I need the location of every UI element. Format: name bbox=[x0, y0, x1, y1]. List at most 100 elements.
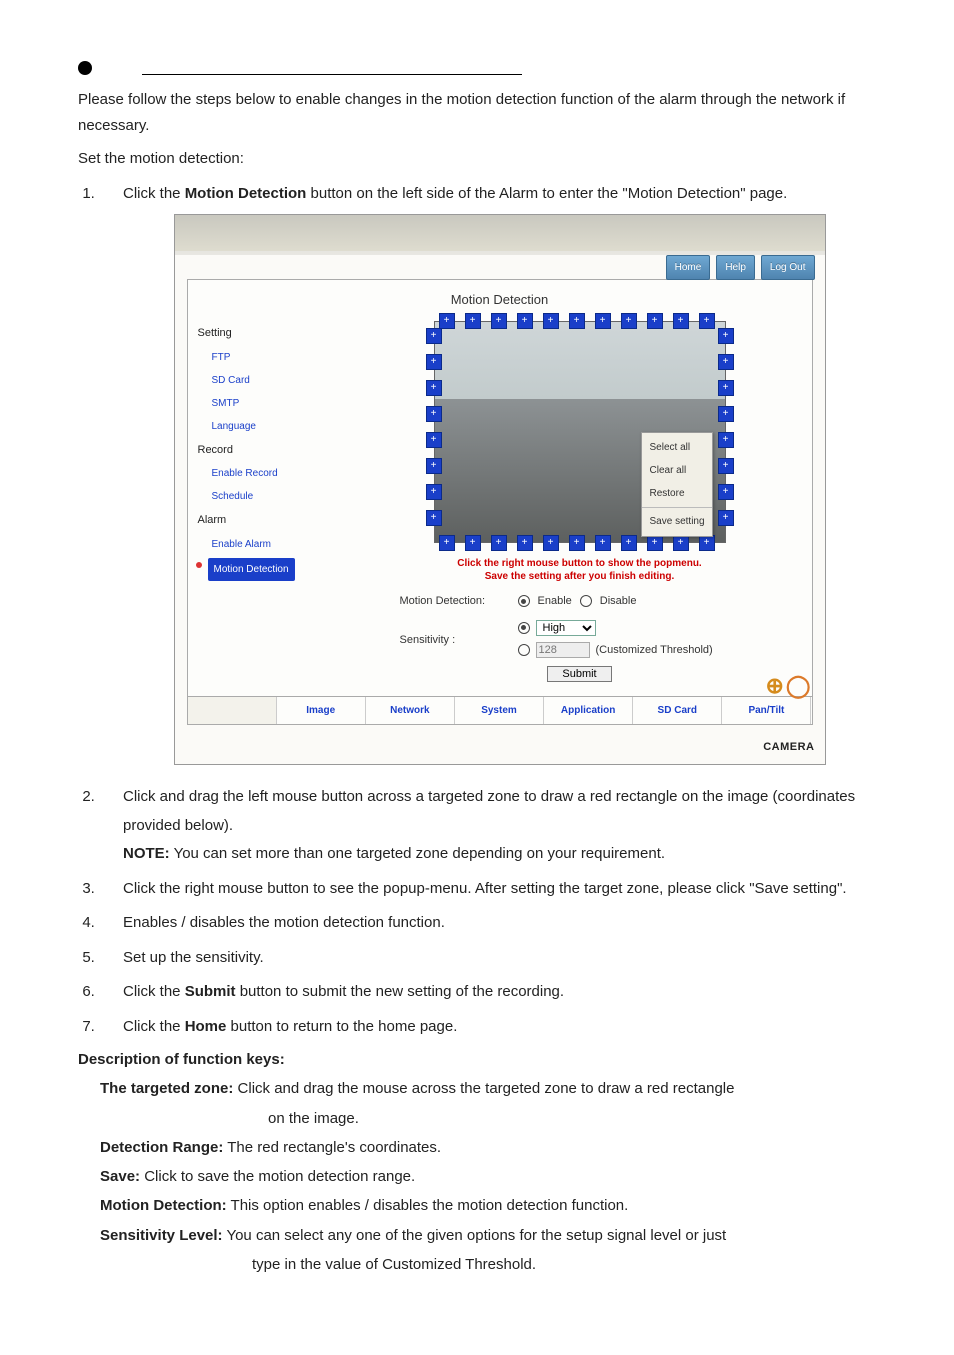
sidebar-group-record: Record bbox=[198, 440, 338, 461]
dr-text: The red rectangle's coordinates. bbox=[223, 1139, 441, 1156]
sl-text: You can select any one of the given opti… bbox=[223, 1227, 727, 1244]
bullet-dot-icon bbox=[78, 61, 92, 75]
tab-image[interactable]: Image bbox=[277, 697, 366, 724]
step-7-c: button to return to the home page. bbox=[226, 1018, 457, 1035]
zone-handles-top[interactable]: +++++++++++ bbox=[439, 313, 715, 329]
ctx-save-setting[interactable]: Save setting bbox=[642, 510, 712, 533]
sensitivity-preset-radio[interactable] bbox=[518, 622, 530, 634]
ctx-separator bbox=[642, 507, 712, 508]
step-1: Click the Motion Detection button on the… bbox=[99, 180, 876, 766]
step-7-a: Click the bbox=[123, 1018, 185, 1035]
context-menu[interactable]: Select all Clear all Restore Save settin… bbox=[641, 432, 713, 537]
hint-line-1: Click the right mouse button to show the… bbox=[457, 557, 701, 570]
sl-label: Sensitivity Level: bbox=[100, 1227, 223, 1244]
tab-application[interactable]: Application bbox=[544, 697, 633, 724]
step-7: Click the Home button to return to the h… bbox=[99, 1013, 876, 1042]
brand-logo: ⊕◯ bbox=[765, 665, 810, 707]
sv-label: Save: bbox=[100, 1168, 140, 1185]
step-1-text-a: Click the bbox=[123, 185, 185, 202]
tab-network[interactable]: Network bbox=[366, 697, 455, 724]
intro-paragraph-1: Please follow the steps below to enable … bbox=[78, 87, 876, 138]
sidebar-group-setting: Setting bbox=[198, 323, 338, 344]
desc-motion-detection: Motion Detection: This option enables / … bbox=[100, 1191, 876, 1220]
sidebar-item-smtp[interactable]: SMTP bbox=[212, 394, 338, 413]
md-enable-radio[interactable] bbox=[518, 595, 530, 607]
sidebar-item-enable-record[interactable]: Enable Record bbox=[212, 464, 338, 483]
sidebar-item-motion-detection[interactable]: Motion Detection bbox=[208, 558, 295, 581]
step-6-a: Click the bbox=[123, 983, 185, 1000]
md-disable-radio[interactable] bbox=[580, 595, 592, 607]
desc-save: Save: Click to save the motion detection… bbox=[100, 1162, 876, 1191]
md-label: Motion Detection: bbox=[400, 591, 510, 612]
sidebar-item-schedule[interactable]: Schedule bbox=[212, 487, 338, 506]
zone-handles-left[interactable]: ++++++++ bbox=[426, 328, 442, 526]
sidebar-item-ftp[interactable]: FTP bbox=[212, 348, 338, 367]
embedded-screenshot: Home Help Log Out Motion Detection Setti… bbox=[123, 214, 876, 765]
md-enable-label: Enable bbox=[538, 591, 572, 612]
video-preview[interactable]: +++++++++++ +++++++++++ ++++++++ bbox=[434, 321, 726, 543]
function-keys-heading: Description of function keys: bbox=[78, 1051, 876, 1068]
logo-arrow-icon: ⊕ bbox=[765, 665, 783, 707]
sl-cont: type in the value of Customized Threshol… bbox=[252, 1250, 876, 1279]
steps-list: Click the Motion Detection button on the… bbox=[78, 180, 876, 1042]
sensitivity-label: Sensitivity : bbox=[400, 630, 510, 651]
ctx-select-all[interactable]: Select all bbox=[642, 436, 712, 459]
submit-button[interactable]: Submit bbox=[547, 666, 611, 682]
logout-button[interactable]: Log Out bbox=[761, 255, 815, 280]
ctx-clear-all[interactable]: Clear all bbox=[642, 459, 712, 482]
tab-blank bbox=[188, 697, 277, 724]
step-6-bold: Submit bbox=[185, 983, 236, 1000]
tz-text: Click and drag the mouse across the targ… bbox=[233, 1080, 734, 1097]
step-1-text-c: button on the left side of the Alarm to … bbox=[306, 185, 787, 202]
sidebar-item-sdcard[interactable]: SD Card bbox=[212, 371, 338, 390]
md-text: This option enables / disables the motio… bbox=[227, 1197, 629, 1214]
step-2-note-text: You can set more than one targeted zone … bbox=[170, 845, 665, 862]
sensitivity-select[interactable]: High bbox=[536, 620, 596, 636]
tz-label: The targeted zone: bbox=[100, 1080, 233, 1097]
sidebar-item-enable-alarm[interactable]: Enable Alarm bbox=[212, 535, 338, 554]
help-button[interactable]: Help bbox=[716, 255, 755, 280]
zone-handles-right[interactable]: ++++++++ bbox=[718, 328, 734, 526]
md-disable-label: Disable bbox=[600, 591, 637, 612]
step-3: Click the right mouse button to see the … bbox=[99, 875, 876, 904]
hint-text: Click the right mouse button to show the… bbox=[457, 557, 701, 583]
step-6-c: button to submit the new setting of the … bbox=[236, 983, 565, 1000]
desc-detection-range: Detection Range: The red rectangle's coo… bbox=[100, 1133, 876, 1162]
sensitivity-custom-radio[interactable] bbox=[518, 644, 530, 656]
logo-circle-icon: ◯ bbox=[786, 665, 811, 707]
plus-icon[interactable]: + bbox=[439, 313, 455, 329]
step-6: Click the Submit button to submit the ne… bbox=[99, 978, 876, 1007]
heading-underline bbox=[142, 60, 522, 75]
function-keys-list: The targeted zone: Click and drag the mo… bbox=[100, 1074, 876, 1279]
step-7-bold: Home bbox=[185, 1018, 227, 1035]
camera-label: CAMERA bbox=[175, 733, 825, 764]
window-header-bar bbox=[175, 215, 825, 251]
step-4: Enables / disables the motion detection … bbox=[99, 909, 876, 938]
sidebar-group-alarm: Alarm bbox=[198, 510, 338, 531]
sv-text: Click to save the motion detection range… bbox=[140, 1168, 415, 1185]
dr-label: Detection Range: bbox=[100, 1139, 223, 1156]
step-2-text: Click and drag the left mouse button acr… bbox=[123, 788, 855, 834]
md-label: Motion Detection: bbox=[100, 1197, 227, 1214]
main-column: +++++++++++ +++++++++++ ++++++++ bbox=[352, 321, 808, 691]
sidebar-item-language[interactable]: Language bbox=[212, 417, 338, 436]
top-link-bar: Home Help Log Out bbox=[666, 255, 815, 280]
app-window: Home Help Log Out Motion Detection Setti… bbox=[174, 214, 826, 765]
tab-sdcard[interactable]: SD Card bbox=[633, 697, 722, 724]
desc-sensitivity-level: Sensitivity Level: You can select any on… bbox=[100, 1221, 876, 1250]
zone-handles-bottom[interactable]: +++++++++++ bbox=[439, 535, 715, 551]
tz-cont: on the image. bbox=[268, 1104, 876, 1133]
controls-block: Motion Detection: Enable Disable Sensiti… bbox=[400, 591, 760, 661]
hint-line-2: Save the setting after you finish editin… bbox=[457, 570, 701, 583]
step-5: Set up the sensitivity. bbox=[99, 944, 876, 973]
step-2: Click and drag the left mouse button acr… bbox=[99, 783, 876, 869]
ctx-restore[interactable]: Restore bbox=[642, 482, 712, 505]
home-button[interactable]: Home bbox=[666, 255, 711, 280]
intro-paragraph-2: Set the motion detection: bbox=[78, 146, 876, 172]
step-2-note-label: NOTE: bbox=[123, 845, 170, 862]
content-panel: Motion Detection Setting FTP SD Card SMT… bbox=[187, 279, 813, 725]
tab-system[interactable]: System bbox=[455, 697, 544, 724]
threshold-input[interactable] bbox=[536, 642, 590, 658]
desc-targeted-zone: The targeted zone: Click and drag the mo… bbox=[100, 1074, 876, 1103]
bottom-tabs: Image Network System Application SD Card… bbox=[188, 696, 812, 724]
